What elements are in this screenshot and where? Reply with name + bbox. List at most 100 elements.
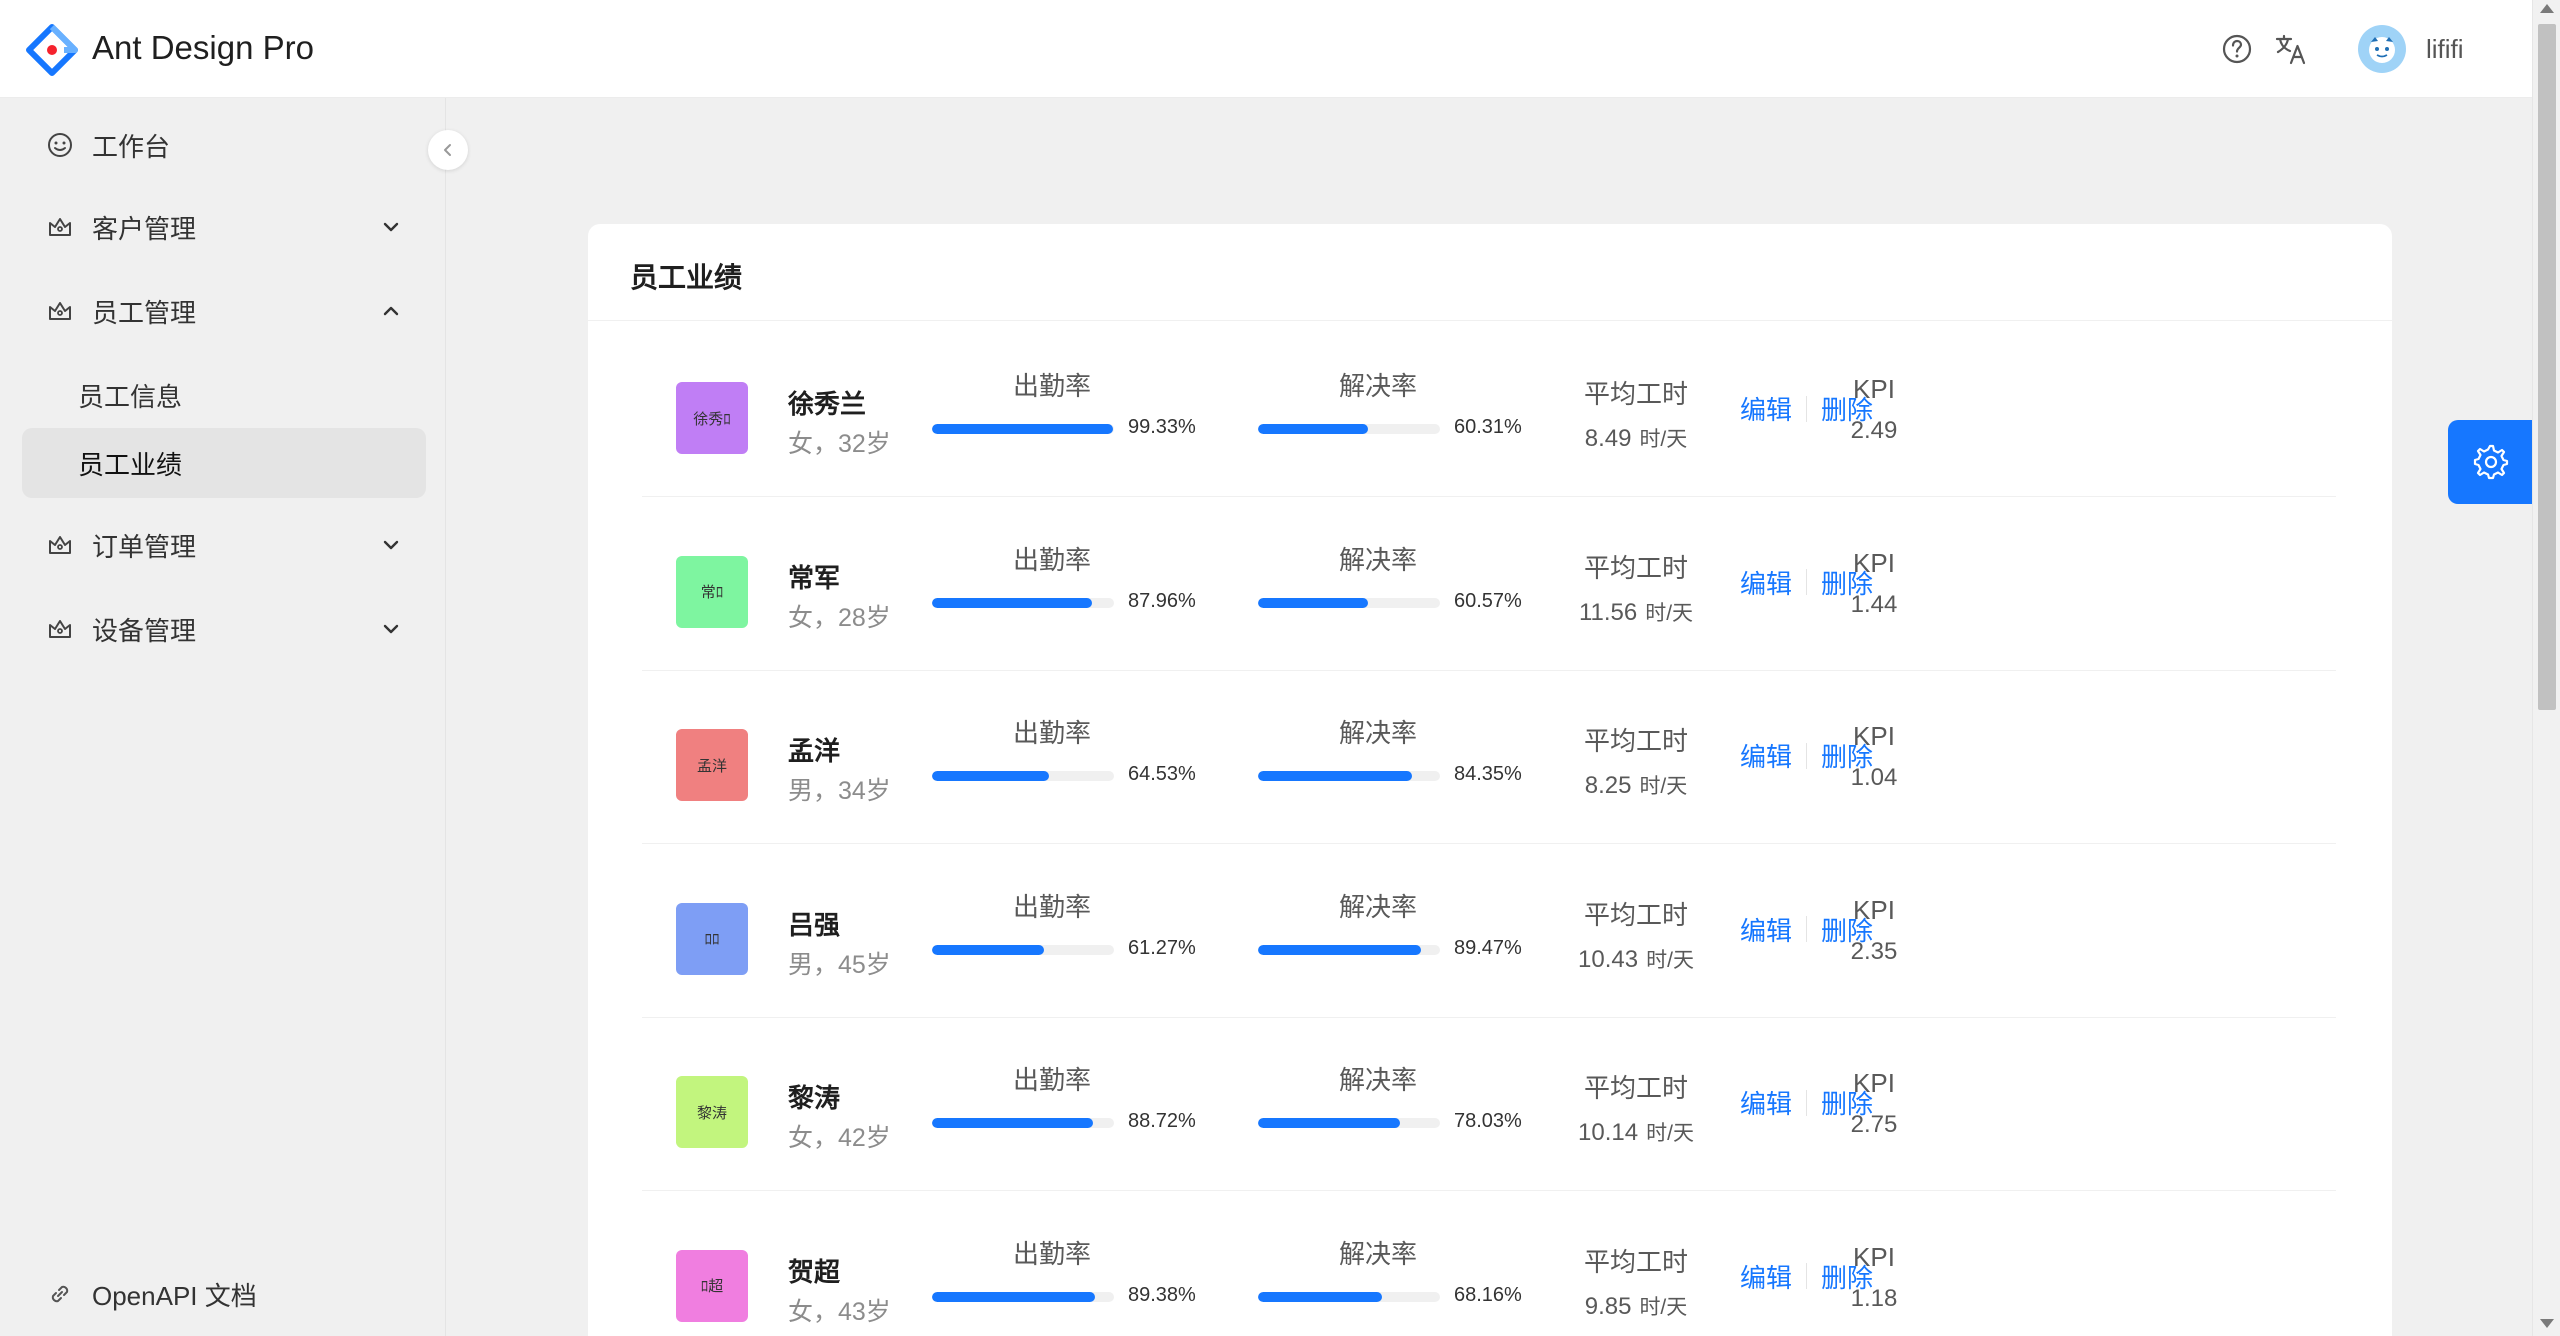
page-scrollbar[interactable] xyxy=(2532,0,2560,1336)
chevron-down-icon xyxy=(383,222,399,232)
chevron-down-icon xyxy=(383,624,399,634)
action-divider xyxy=(1806,742,1808,769)
action-divider xyxy=(1806,395,1808,422)
avg-hours-stat: 平均工时 11.56 时/天 xyxy=(1561,548,1711,627)
employee-name: 常军 xyxy=(788,562,841,593)
resolution-progress-bar xyxy=(1258,1118,1440,1128)
resolution-progress-bar xyxy=(1258,944,1440,955)
sidebar-item-orders[interactable]: 订单管理 xyxy=(22,510,426,580)
attendance-percent: 87.96% xyxy=(1128,589,1196,612)
avg-hours-unit: 时/天 xyxy=(1645,601,1694,625)
scrollbar-thumb[interactable] xyxy=(2538,24,2556,710)
avg-hours-number: 11.56 xyxy=(1578,598,1638,626)
attendance-progress-fill xyxy=(932,944,1044,955)
attendance-label: 出勤率 xyxy=(1012,544,1091,575)
resolution-label: 解决率 xyxy=(1338,1065,1417,1095)
action-divider xyxy=(1806,1089,1808,1116)
collapse-sidebar-button[interactable] xyxy=(428,130,468,170)
attendance-progress-fill xyxy=(932,771,1050,781)
delete-button[interactable]: 删除 xyxy=(1821,1084,1873,1121)
resolution-percent: 60.31% xyxy=(1454,416,1522,438)
ant-design-logo[interactable] xyxy=(26,24,78,76)
question-circle-icon[interactable] xyxy=(2218,30,2256,68)
avg-hours-number: 8.49 xyxy=(1584,425,1632,452)
username[interactable]: lififi xyxy=(2426,34,2464,65)
resolution-label: 解决率 xyxy=(1338,371,1417,401)
edit-button[interactable]: 编辑 xyxy=(1740,737,1792,774)
resolution-progress-bar xyxy=(1258,771,1440,781)
resolution-percent: 60.57% xyxy=(1454,589,1522,612)
sidebar-item-label: 客户管理 xyxy=(92,213,197,244)
avg-hours-number: 10.43 xyxy=(1578,945,1639,973)
chevron-down-icon xyxy=(383,540,399,550)
employee-avatar: 常ﾛ xyxy=(676,555,748,628)
employee-name: 贺超 xyxy=(788,1256,841,1287)
openapi-docs-link[interactable]: OpenAPI 文档 xyxy=(22,1264,257,1324)
user-avatar[interactable] xyxy=(2358,25,2406,73)
sidebar-item-devices[interactable]: 设备管理 xyxy=(22,594,426,664)
edit-button[interactable]: 编辑 xyxy=(1740,911,1792,948)
row-actions: 编辑 删除 xyxy=(1740,1084,1873,1121)
employee-row: ﾛﾛ 吕强 男，45岁 出勤率 61.27% 解决率 89.47% 平均工时 1… xyxy=(642,845,2336,1018)
avg-hours-number: 8.25 xyxy=(1584,772,1632,799)
crown-icon xyxy=(49,536,71,554)
sidebar: 工作台 客户管理 员工管理 员工信息 员工业绩 订单管理 设备管理 OpenAP… xyxy=(0,98,446,1336)
delete-button[interactable]: 删除 xyxy=(1821,564,1873,601)
action-divider xyxy=(1806,916,1808,942)
card-divider xyxy=(588,320,2392,321)
attendance-progress-bar xyxy=(932,597,1114,608)
attendance-label: 出勤率 xyxy=(1012,1238,1091,1269)
employee-name: 孟洋 xyxy=(788,736,841,766)
avg-hours-unit: 时/天 xyxy=(1646,948,1694,972)
openapi-docs-label: OpenAPI 文档 xyxy=(92,1280,257,1311)
app-title[interactable]: Ant Design Pro xyxy=(92,29,314,67)
sidebar-item-label: 员工管理 xyxy=(92,297,197,328)
attendance-progress-fill xyxy=(932,1291,1095,1302)
employee-avatar: ﾛ超 xyxy=(676,1249,748,1322)
smile-icon xyxy=(48,133,72,157)
employee-description: 女，28岁 xyxy=(788,603,891,632)
settings-drawer-button[interactable] xyxy=(2448,420,2532,504)
action-divider xyxy=(1806,569,1808,595)
translate-icon[interactable] xyxy=(2272,30,2310,68)
resolution-progress-fill xyxy=(1258,1118,1400,1128)
attendance-progress-bar xyxy=(932,771,1114,781)
edit-button[interactable]: 编辑 xyxy=(1740,390,1792,427)
resolution-progress-bar xyxy=(1258,1291,1440,1302)
delete-button[interactable]: 删除 xyxy=(1821,390,1873,427)
sidebar-item-workbench[interactable]: 工作台 xyxy=(22,110,426,180)
resolution-percent: 84.35% xyxy=(1454,763,1522,785)
gear-icon xyxy=(2473,444,2509,480)
edit-button[interactable]: 编辑 xyxy=(1740,1258,1792,1295)
sidebar-item-customers[interactable]: 客户管理 xyxy=(22,192,426,262)
avg-hours-unit: 时/天 xyxy=(1639,1295,1688,1319)
avg-hours-label: 平均工时 xyxy=(1583,899,1688,930)
employee-name: 黎涛 xyxy=(788,1083,841,1113)
sidebar-subitem-employee-info[interactable]: 员工信息 xyxy=(22,360,426,430)
delete-button[interactable]: 删除 xyxy=(1821,1258,1873,1295)
employee-row: 黎涛 黎涛 女，42岁 出勤率 88.72% 解决率 78.03% 平均工时 1… xyxy=(642,1018,2336,1191)
resolution-label: 解决率 xyxy=(1338,718,1417,748)
avg-hours-label: 平均工时 xyxy=(1583,726,1688,756)
avg-hours-number: 9.85 xyxy=(1584,1292,1632,1320)
edit-button[interactable]: 编辑 xyxy=(1740,1084,1792,1121)
delete-button[interactable]: 删除 xyxy=(1821,737,1873,774)
sidebar-item-employees[interactable]: 员工管理 xyxy=(22,276,426,346)
sidebar-subitem-employee-performance[interactable]: 员工业绩 xyxy=(22,428,426,498)
resolution-progress-fill xyxy=(1258,944,1421,955)
employee-description: 男，34岁 xyxy=(788,777,891,805)
avg-hours-label: 平均工时 xyxy=(1583,379,1688,409)
avg-hours-value: 9.85 时/天 xyxy=(1561,1291,1711,1321)
action-divider xyxy=(1806,1263,1808,1289)
sidebar-item-label: 订单管理 xyxy=(92,531,197,562)
employee-description: 女，43岁 xyxy=(788,1297,891,1326)
attendance-label: 出勤率 xyxy=(1012,718,1091,748)
avg-hours-label: 平均工时 xyxy=(1583,1246,1688,1277)
scroll-up-arrow[interactable] xyxy=(2540,4,2554,13)
delete-button[interactable]: 删除 xyxy=(1821,911,1873,948)
row-actions: 编辑 删除 xyxy=(1740,911,1873,948)
user-menu[interactable]: lififi xyxy=(2358,25,2464,73)
row-actions: 编辑 删除 xyxy=(1740,564,1873,601)
scroll-down-arrow[interactable] xyxy=(2540,1319,2554,1328)
edit-button[interactable]: 编辑 xyxy=(1740,564,1792,601)
